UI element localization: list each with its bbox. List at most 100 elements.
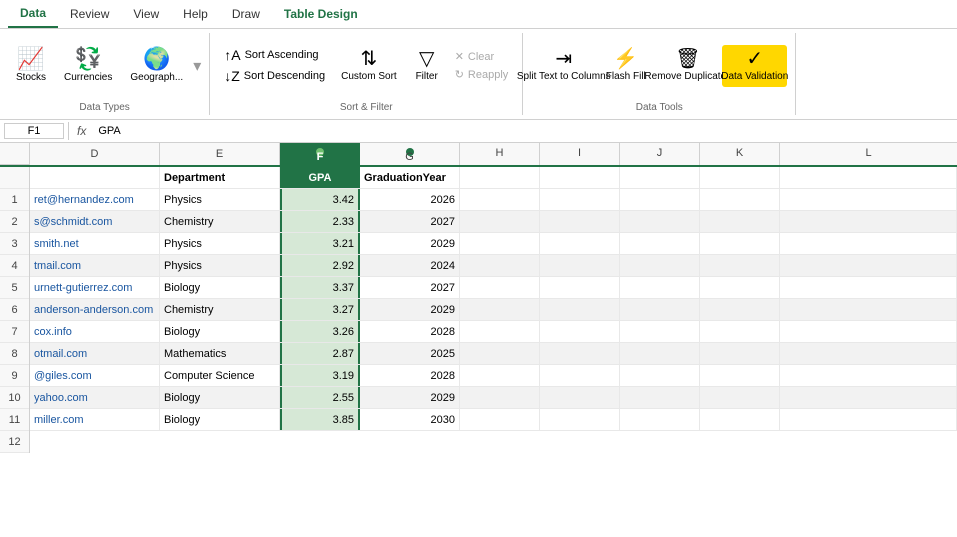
col-header-h[interactable]: H [460,143,540,165]
cell-gpa[interactable]: 2.33 [280,211,360,232]
custom-sort-button[interactable]: ⇅ Custom Sort [333,33,405,98]
cell-grad-year[interactable]: 2027 [360,277,460,298]
table-row: @giles.com Computer Science 3.19 2028 [30,365,957,387]
cell-grad-year[interactable]: 2028 [360,321,460,342]
currencies-button[interactable]: 💱 Currencies [56,33,120,98]
cell-email[interactable]: tmail.com [30,255,160,276]
cell-gpa[interactable]: 2.92 [280,255,360,276]
cell-dept[interactable]: Physics [160,189,280,210]
cell-email[interactable]: s@schmidt.com [30,211,160,232]
cell-email[interactable]: cox.info [30,321,160,342]
cell-dept[interactable]: Physics [160,233,280,254]
clear-button[interactable]: ✕ Clear [449,48,515,65]
sort-descending-button[interactable]: ↓Z Sort Descending [218,66,331,86]
cell-grad-year[interactable]: 2026 [360,189,460,210]
geography-button[interactable]: 🌍 Geograph... [122,33,191,98]
data-types-expand[interactable]: ▾ [193,33,201,98]
row-num-header [0,167,29,189]
split-text-label: Split Text to Columns [517,71,611,83]
tab-draw[interactable]: Draw [220,1,272,27]
header-d[interactable] [30,167,160,188]
remove-dupes-button[interactable]: 🗑 Remove Duplicates [655,45,720,87]
stocks-button[interactable]: 📈 Stocks [8,33,54,98]
cell-k [700,343,780,364]
row-num-5: 5 [0,277,29,299]
custom-sort-icon: ⇅ [361,49,378,69]
col-header-d[interactable]: D [30,143,160,165]
cell-gpa[interactable]: 3.37 [280,277,360,298]
data-tools-group: ⇥ Split Text to Columns ⚡ Flash Fill 🗑 R… [523,33,796,115]
cell-email[interactable]: otmail.com [30,343,160,364]
split-text-button[interactable]: ⇥ Split Text to Columns [531,45,596,87]
cell-grad-year[interactable]: 2029 [360,233,460,254]
data-types-items: 📈 Stocks 💱 Currencies 🌍 Geograph... ▾ [8,33,201,98]
stocks-icon: 📈 [17,48,44,70]
header-f[interactable]: GPA [280,167,360,188]
tab-table-design[interactable]: Table Design [272,1,370,27]
col-header-i[interactable]: I [540,143,620,165]
spreadsheet-body: 1 2 3 4 5 6 7 8 9 10 11 12 Department GP… [0,167,957,453]
tab-view[interactable]: View [121,1,171,27]
sort-ascending-button[interactable]: ↑A Sort Ascending [218,45,331,65]
col-header-l[interactable]: L [780,143,957,165]
stocks-label: Stocks [16,72,46,84]
cell-dept[interactable]: Biology [160,409,280,430]
data-area: Department GPA GraduationYear ret@hernan… [30,167,957,453]
cell-gpa[interactable]: 2.87 [280,343,360,364]
formula-input[interactable] [94,124,953,138]
cell-gpa[interactable]: 3.42 [280,189,360,210]
filter-button[interactable]: ▽ Filter [407,33,447,98]
header-h [460,167,540,188]
header-g[interactable]: GraduationYear [360,167,460,188]
cell-dept[interactable]: Chemistry [160,299,280,320]
reapply-button[interactable]: ↻ Reapply [449,66,515,83]
cell-gpa[interactable]: 3.26 [280,321,360,342]
col-header-e[interactable]: E [160,143,280,165]
cell-i [540,365,620,386]
name-box[interactable] [4,123,64,139]
cell-dept[interactable]: Biology [160,277,280,298]
cell-gpa[interactable]: 3.21 [280,233,360,254]
col-header-k[interactable]: K [700,143,780,165]
cell-email[interactable]: smith.net [30,233,160,254]
cell-l [780,321,957,342]
fx-label: fx [73,124,90,138]
cell-dept[interactable]: Mathematics [160,343,280,364]
cell-email[interactable]: anderson-anderson.com [30,299,160,320]
cell-grad-year[interactable]: 2030 [360,409,460,430]
col-header-g[interactable]: G [360,143,460,165]
cell-grad-year[interactable]: 2028 [360,365,460,386]
cell-dept[interactable]: Chemistry [160,211,280,232]
remove-dupes-label: Remove Duplicates [644,71,731,83]
col-header-j[interactable]: J [620,143,700,165]
header-e[interactable]: Department [160,167,280,188]
cell-gpa[interactable]: 3.27 [280,299,360,320]
cell-email[interactable]: yahoo.com [30,387,160,408]
cell-dept[interactable]: Biology [160,321,280,342]
cell-j [620,321,700,342]
cell-email[interactable]: urnett-gutierrez.com [30,277,160,298]
cell-email[interactable]: miller.com [30,409,160,430]
reapply-label: Reapply [468,69,508,81]
tab-review[interactable]: Review [58,1,121,27]
cell-grad-year[interactable]: 2027 [360,211,460,232]
cell-email[interactable]: ret@hernandez.com [30,189,160,210]
data-validation-button[interactable]: ✓ Data Validation [722,45,787,87]
cell-grad-year[interactable]: 2024 [360,255,460,276]
cell-grad-year[interactable]: 2029 [360,299,460,320]
cell-gpa[interactable]: 2.55 [280,387,360,408]
sort-filter-group-label: Sort & Filter [340,100,393,115]
cell-dept[interactable]: Physics [160,255,280,276]
cell-grad-year[interactable]: 2025 [360,343,460,364]
tab-help[interactable]: Help [171,1,220,27]
cell-grad-year[interactable]: 2029 [360,387,460,408]
cell-gpa[interactable]: 3.19 [280,365,360,386]
cell-email[interactable]: @giles.com [30,365,160,386]
cell-l [780,409,957,430]
tab-data[interactable]: Data [8,0,58,28]
col-header-f[interactable]: F [280,143,360,165]
table-row: miller.com Biology 3.85 2030 [30,409,957,431]
cell-dept[interactable]: Biology [160,387,280,408]
cell-dept[interactable]: Computer Science [160,365,280,386]
cell-gpa[interactable]: 3.85 [280,409,360,430]
